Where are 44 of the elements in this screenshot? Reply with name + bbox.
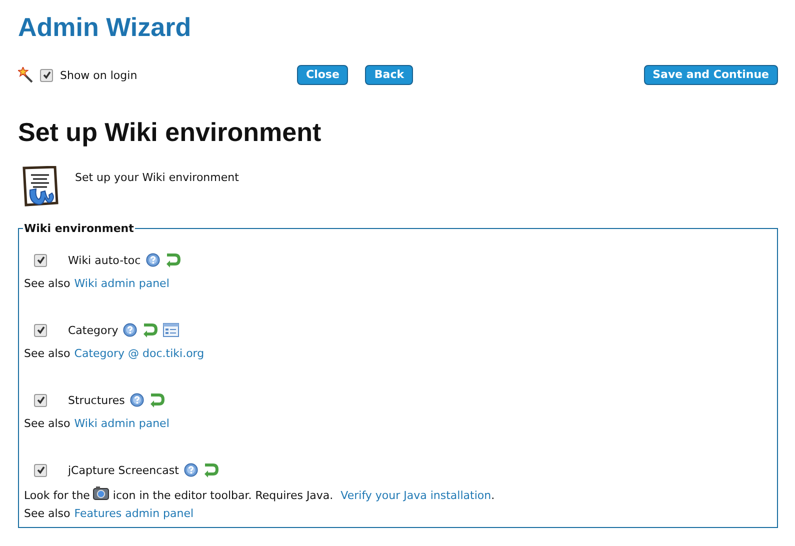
form-icon[interactable] (163, 323, 180, 337)
wiki-document-icon (21, 166, 61, 208)
link[interactable]: Wiki admin panel (74, 417, 170, 430)
see-also-text: See also (24, 347, 70, 360)
check-mark-icon (42, 70, 52, 80)
intro-text: Set up your Wiki environment (75, 171, 239, 184)
undo-arrow-icon[interactable] (148, 392, 165, 408)
checkbox[interactable] (34, 324, 47, 336)
check-mark-icon (36, 395, 46, 405)
link[interactable]: Category @ doc.tiki.org (74, 347, 204, 360)
wizard-button[interactable]: Back (365, 65, 414, 85)
checkbox[interactable] (34, 464, 47, 476)
check-mark-icon (36, 465, 46, 475)
save-and-continue-button[interactable]: Save and Continue (644, 65, 778, 85)
undo-arrow-icon[interactable] (164, 252, 181, 268)
link[interactable]: Features admin panel (74, 507, 194, 520)
panel-legend: Wiki environment (23, 222, 135, 235)
link[interactable]: Verify your Java installation (340, 489, 492, 502)
link[interactable]: Wiki admin panel (74, 277, 170, 290)
feature-label: jCapture Screencast (68, 464, 179, 476)
checkbox[interactable] (34, 254, 47, 266)
feature-label: Structures (68, 394, 125, 406)
see-also-text: See also (24, 417, 70, 430)
see-also-text: See also (24, 277, 70, 290)
help-icon[interactable] (184, 463, 198, 477)
checkbox-label: Show on login (60, 68, 138, 82)
see-also-text: See also (24, 507, 70, 520)
undo-arrow-icon[interactable] (142, 322, 158, 338)
check-mark-icon (36, 325, 46, 335)
note-text: Look for the icon in the editor toolbar. Requires Java. Verify your Java installation. (24, 486, 773, 503)
check-mark-icon (36, 255, 46, 265)
help-icon[interactable] (123, 323, 138, 337)
camera-icon (93, 486, 110, 500)
help-icon[interactable] (146, 253, 160, 267)
page-title: Admin Wizard (18, 12, 192, 43)
feature-label: Wiki auto-toc (68, 254, 141, 266)
help-icon[interactable] (130, 393, 144, 407)
section-heading: Set up Wiki environment (18, 117, 322, 148)
feature-label: Category (68, 324, 118, 336)
checkbox[interactable] (40, 68, 53, 82)
magic-wand-icon (18, 67, 33, 83)
checkbox[interactable] (34, 394, 47, 406)
wizard-button[interactable]: Close (297, 65, 348, 85)
undo-arrow-icon[interactable] (202, 462, 219, 478)
